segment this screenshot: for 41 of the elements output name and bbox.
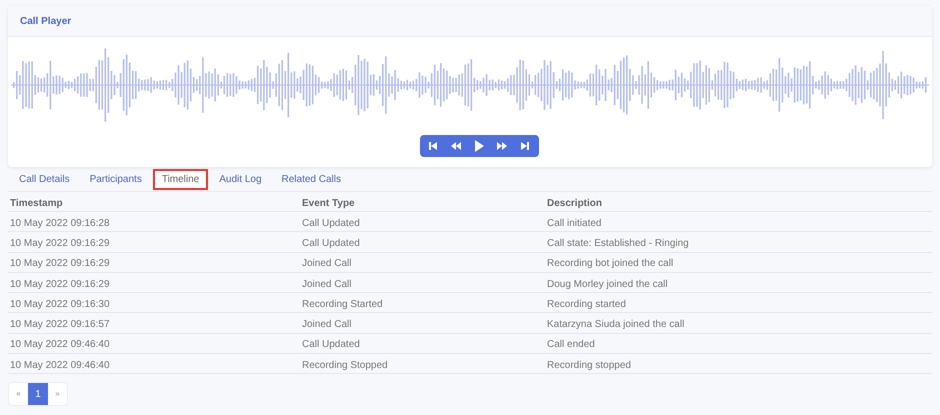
skip-forward-icon (520, 141, 530, 151)
column-header: Description (547, 198, 602, 208)
table-cell: 10 May 2022 09:16:29 (10, 238, 110, 249)
table-cell: Call Updated (302, 238, 360, 249)
column-header: Timestamp (10, 198, 63, 208)
tab[interactable]: Call Details (10, 168, 79, 190)
tab[interactable]: Audit Log (210, 168, 271, 190)
table-cell: 10 May 2022 09:46:40 (10, 339, 110, 350)
table-cell: Call Updated (302, 218, 360, 229)
table-cell: Call state: Established - Ringing (547, 238, 689, 249)
card-title: Call Player (20, 14, 72, 28)
fast-forward-icon (496, 141, 508, 151)
table-cell: Call Updated (302, 339, 360, 350)
tab[interactable]: Timeline (152, 168, 208, 190)
table-cell: Joined Call (302, 319, 352, 330)
table-cell: Recording stopped (547, 360, 631, 371)
play-icon (474, 140, 484, 152)
page-button[interactable]: » (48, 383, 67, 406)
tab[interactable]: Participants (80, 168, 151, 190)
column-header: Event Type (302, 198, 355, 208)
table-cell: Joined Call (302, 258, 352, 270)
table-cell: 10 May 2022 09:46:40 (10, 360, 110, 371)
table-cell: Katarzyna Siuda joined the call (547, 319, 684, 330)
page-button[interactable]: « (9, 383, 28, 406)
table-cell: 10 May 2022 09:16:29 (10, 278, 110, 290)
table-cell: Joined Call (302, 278, 352, 290)
table-cell: 10 May 2022 09:16:29 (10, 258, 110, 270)
page-button[interactable]: 1 (28, 383, 48, 406)
table-cell: 10 May 2022 09:16:28 (10, 218, 110, 229)
table-cell: 10 May 2022 09:16:30 (10, 298, 110, 310)
table-cell: Call initiated (547, 218, 602, 229)
table-cell: Recording started (547, 298, 626, 310)
table-cell: Recording Stopped (302, 360, 388, 371)
table-cell: Recording bot joined the call (547, 258, 674, 270)
table-cell: Doug Morley joined the call (547, 278, 668, 290)
tab[interactable]: Related Calls (272, 168, 350, 190)
table-cell: Call ended (547, 339, 595, 350)
rewind-icon (450, 141, 462, 151)
table-cell: Recording Started (302, 298, 383, 310)
skip-back-icon (428, 141, 438, 151)
table-cell: 10 May 2022 09:16:57 (10, 319, 110, 330)
